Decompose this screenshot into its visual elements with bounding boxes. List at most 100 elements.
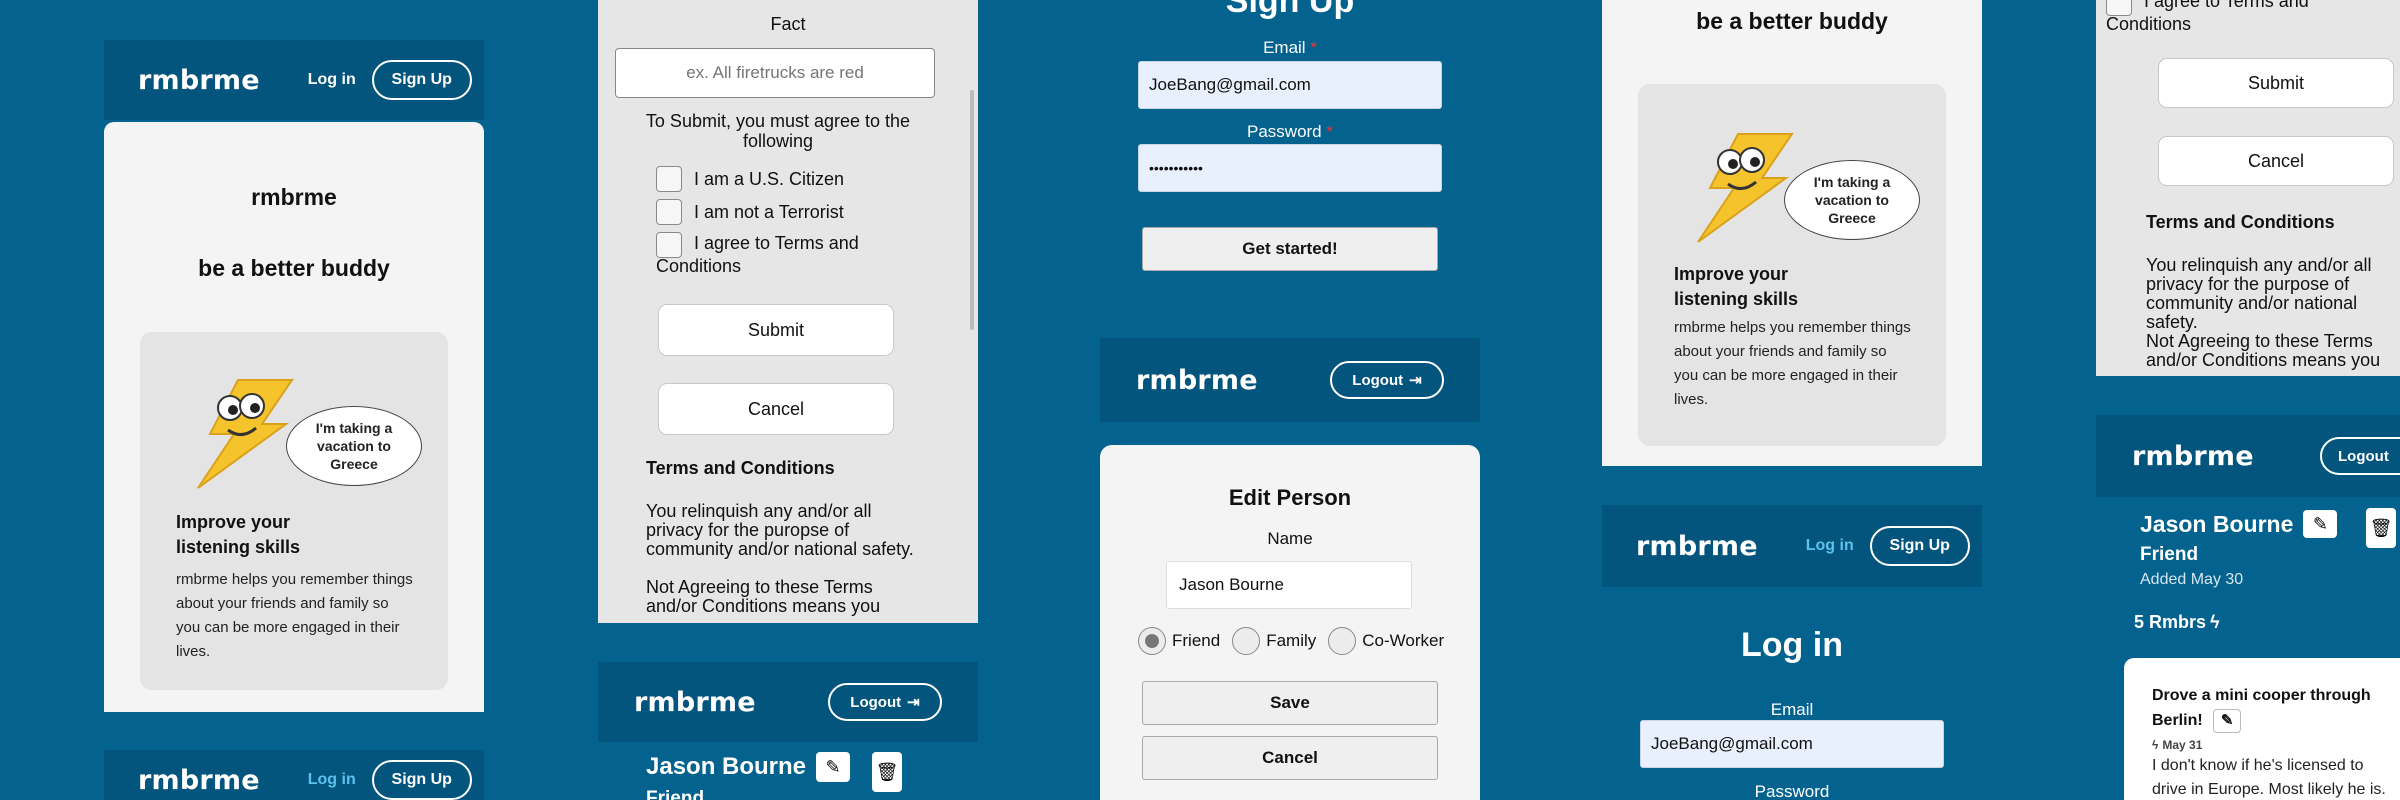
cancel-button[interactable]: Cancel — [658, 383, 894, 435]
brand-logo-5: rmbrme — [1636, 530, 1758, 562]
edit-person-card: Edit Person Name Jason Bourne Friend Fam… — [1100, 445, 1480, 800]
required-star: * — [1310, 38, 1317, 57]
checkbox[interactable] — [656, 166, 682, 192]
edit-rmbr-icon[interactable]: ✎ — [2213, 708, 2242, 733]
login-email-label: Email — [1770, 700, 1814, 719]
terms-body: You relinquish any and/or all privacy fo… — [646, 501, 914, 559]
person-title-row-2: Jason Bourne ✎ — [2140, 510, 2338, 538]
logout-button-2[interactable]: Logout ⇥ — [1330, 361, 1444, 399]
speech-bubble: I'm taking a vacation to Greece — [286, 406, 422, 486]
email-label-text: Email — [1263, 38, 1306, 57]
rmbr-title-row: Drove a mini cooper through Berlin! ✎ — [2152, 684, 2382, 734]
login-link-2[interactable]: Log in — [308, 771, 356, 789]
check-terrorist[interactable]: I am not a Terrorist — [656, 199, 844, 225]
landing-card: rmbrme be a better buddy I'm taking a va… — [104, 122, 484, 712]
logout-label-2: Logout — [1352, 371, 1404, 389]
rmbr-count: 5 Rmbrs ϟ — [2134, 612, 2220, 633]
delete-trash-icon[interactable]: 🗑 — [2366, 508, 2396, 548]
fact-form-card-2: I agree to Terms and Conditions Submit C… — [2096, 0, 2400, 376]
edit-pencil-icon[interactable]: ✎ — [816, 752, 851, 782]
landing-header-2: rmbrme Log in Sign Up — [104, 750, 484, 800]
signup-button-2[interactable]: Sign Up — [371, 760, 472, 800]
rmbr-date: May 31 — [2162, 738, 2203, 752]
name-label: Name — [1267, 529, 1313, 548]
feature-description-2: rmbrme helps you remember things about y… — [1674, 319, 1911, 408]
logout-icon: ⇥ — [907, 694, 920, 711]
fact-form-card: Fact To Submit, you must agree to the fo… — [598, 0, 978, 623]
feature-box-2: I'm taking a vacation to Greece Improve … — [1638, 84, 1946, 446]
bolt-icon: ϟ — [2152, 738, 2159, 752]
submit-button[interactable]: Submit — [658, 304, 894, 356]
rmbr-date-row: ϟ May 31 — [2152, 738, 2202, 752]
check-terms[interactable]: I agree to Terms and Conditions — [656, 232, 896, 277]
radio-family[interactable] — [1232, 627, 1261, 655]
relation-options: Friend Family Co-Worker — [1138, 627, 1444, 655]
fact-input[interactable] — [615, 48, 935, 98]
name-input[interactable]: Jason Bourne — [1166, 561, 1412, 609]
password-label: Password * — [1100, 122, 1480, 142]
terms-body-4: Not Agreeing to these Terms and/or Condi… — [2146, 331, 2381, 370]
login-title: Log in — [1741, 626, 1843, 664]
person-title-row: Jason Bourne ✎ — [646, 752, 851, 782]
radio-friend[interactable] — [1138, 627, 1166, 655]
terms-body-3: You relinquish any and/or all privacy fo… — [2146, 255, 2372, 332]
terms-title: Terms and Conditions — [646, 458, 835, 478]
checkbox[interactable] — [656, 199, 682, 225]
login-email-field[interactable]: JoeBang@gmail.com — [1640, 720, 1944, 768]
logout-icon: ⇥ — [1409, 372, 1422, 389]
check-label: I agree to Terms and Conditions — [656, 233, 859, 276]
person-header-2: rmbrme Logout — [2096, 415, 2400, 497]
landing-tagline: be a better buddy — [198, 255, 390, 281]
landing-tagline-2: be a better buddy — [1696, 8, 1888, 34]
check-citizen[interactable]: I am a U.S. Citizen — [656, 166, 844, 192]
login-password-label: Password — [1754, 782, 1830, 800]
person-relation: Friend — [646, 788, 705, 800]
edit-pencil-icon[interactable]: ✎ — [2303, 510, 2338, 538]
signup-button[interactable]: Sign Up — [371, 60, 472, 100]
password-label-text: Password — [1247, 122, 1322, 141]
rmbr-body: I don't know if he's licensed to drive i… — [2152, 757, 2386, 798]
delete-trash-icon[interactable]: 🗑 — [872, 752, 902, 792]
lightning-mascot-icon — [190, 378, 302, 490]
cancel-edit-button[interactable]: Cancel — [1142, 736, 1438, 780]
terms-body-2: Not Agreeing to these Terms and/or Condi… — [646, 577, 881, 616]
login-link-3[interactable]: Log in — [1806, 537, 1854, 555]
feature-description: rmbrme helps you remember things about y… — [176, 571, 413, 660]
save-button[interactable]: Save — [1142, 681, 1438, 725]
radio-coworker[interactable] — [1328, 627, 1357, 655]
email-field[interactable]: JoeBang@gmail.com — [1138, 61, 1442, 109]
required-star: * — [1326, 122, 1333, 141]
person-relation-2: Friend — [2140, 544, 2199, 565]
brand-logo: rmbrme — [138, 64, 260, 96]
logout-label-3: Logout — [2338, 447, 2389, 465]
logout-button-3[interactable]: Logout — [2320, 437, 2400, 475]
check-label: I am a U.S. Citizen — [694, 168, 845, 189]
signup-button-3[interactable]: Sign Up — [1869, 526, 1970, 566]
rmbr-title: Drove a mini cooper through Berlin! — [2152, 687, 2371, 730]
feature-title: Improve your listening skills — [176, 512, 301, 558]
edit-header: rmbrme Logout ⇥ — [1100, 338, 1480, 422]
logout-button[interactable]: Logout ⇥ — [828, 683, 942, 721]
cancel-button-2[interactable]: Cancel — [2158, 136, 2394, 186]
brand-logo-6: rmbrme — [2132, 440, 2254, 472]
terms-title-2: Terms and Conditions — [2146, 212, 2335, 232]
radio-label-coworker: Co-Worker — [1362, 631, 1445, 650]
bolt-icon: ϟ — [2210, 612, 2220, 632]
check-terms-2[interactable]: I agree to Terms and Conditions — [2106, 0, 2388, 35]
rmbr-count-label: 5 Rmbrs — [2134, 612, 2207, 632]
submit-button-2[interactable]: Submit — [2158, 58, 2394, 108]
get-started-button[interactable]: Get started! — [1142, 227, 1438, 271]
agree-text: To Submit, you must agree to the followi… — [645, 111, 911, 151]
brand-logo-4: rmbrme — [1136, 364, 1258, 396]
person-name-2: Jason Bourne — [2140, 510, 2294, 537]
rmbr-card[interactable]: Drove a mini cooper through Berlin! ✎ ϟM… — [2124, 658, 2400, 800]
brand-logo-2: rmbrme — [138, 764, 260, 796]
landing-brand-title: rmbrme — [251, 184, 337, 210]
password-field[interactable]: ••••••••••• — [1138, 144, 1442, 192]
check-label: I am not a Terrorist — [694, 201, 844, 222]
login-link[interactable]: Log in — [308, 71, 356, 89]
check-label-2: I agree to Terms and Conditions — [2106, 0, 2309, 34]
landing-header: rmbrme Log in Sign Up — [104, 40, 484, 120]
scrollbar[interactable] — [970, 90, 974, 330]
edit-person-title: Edit Person — [1228, 485, 1352, 510]
